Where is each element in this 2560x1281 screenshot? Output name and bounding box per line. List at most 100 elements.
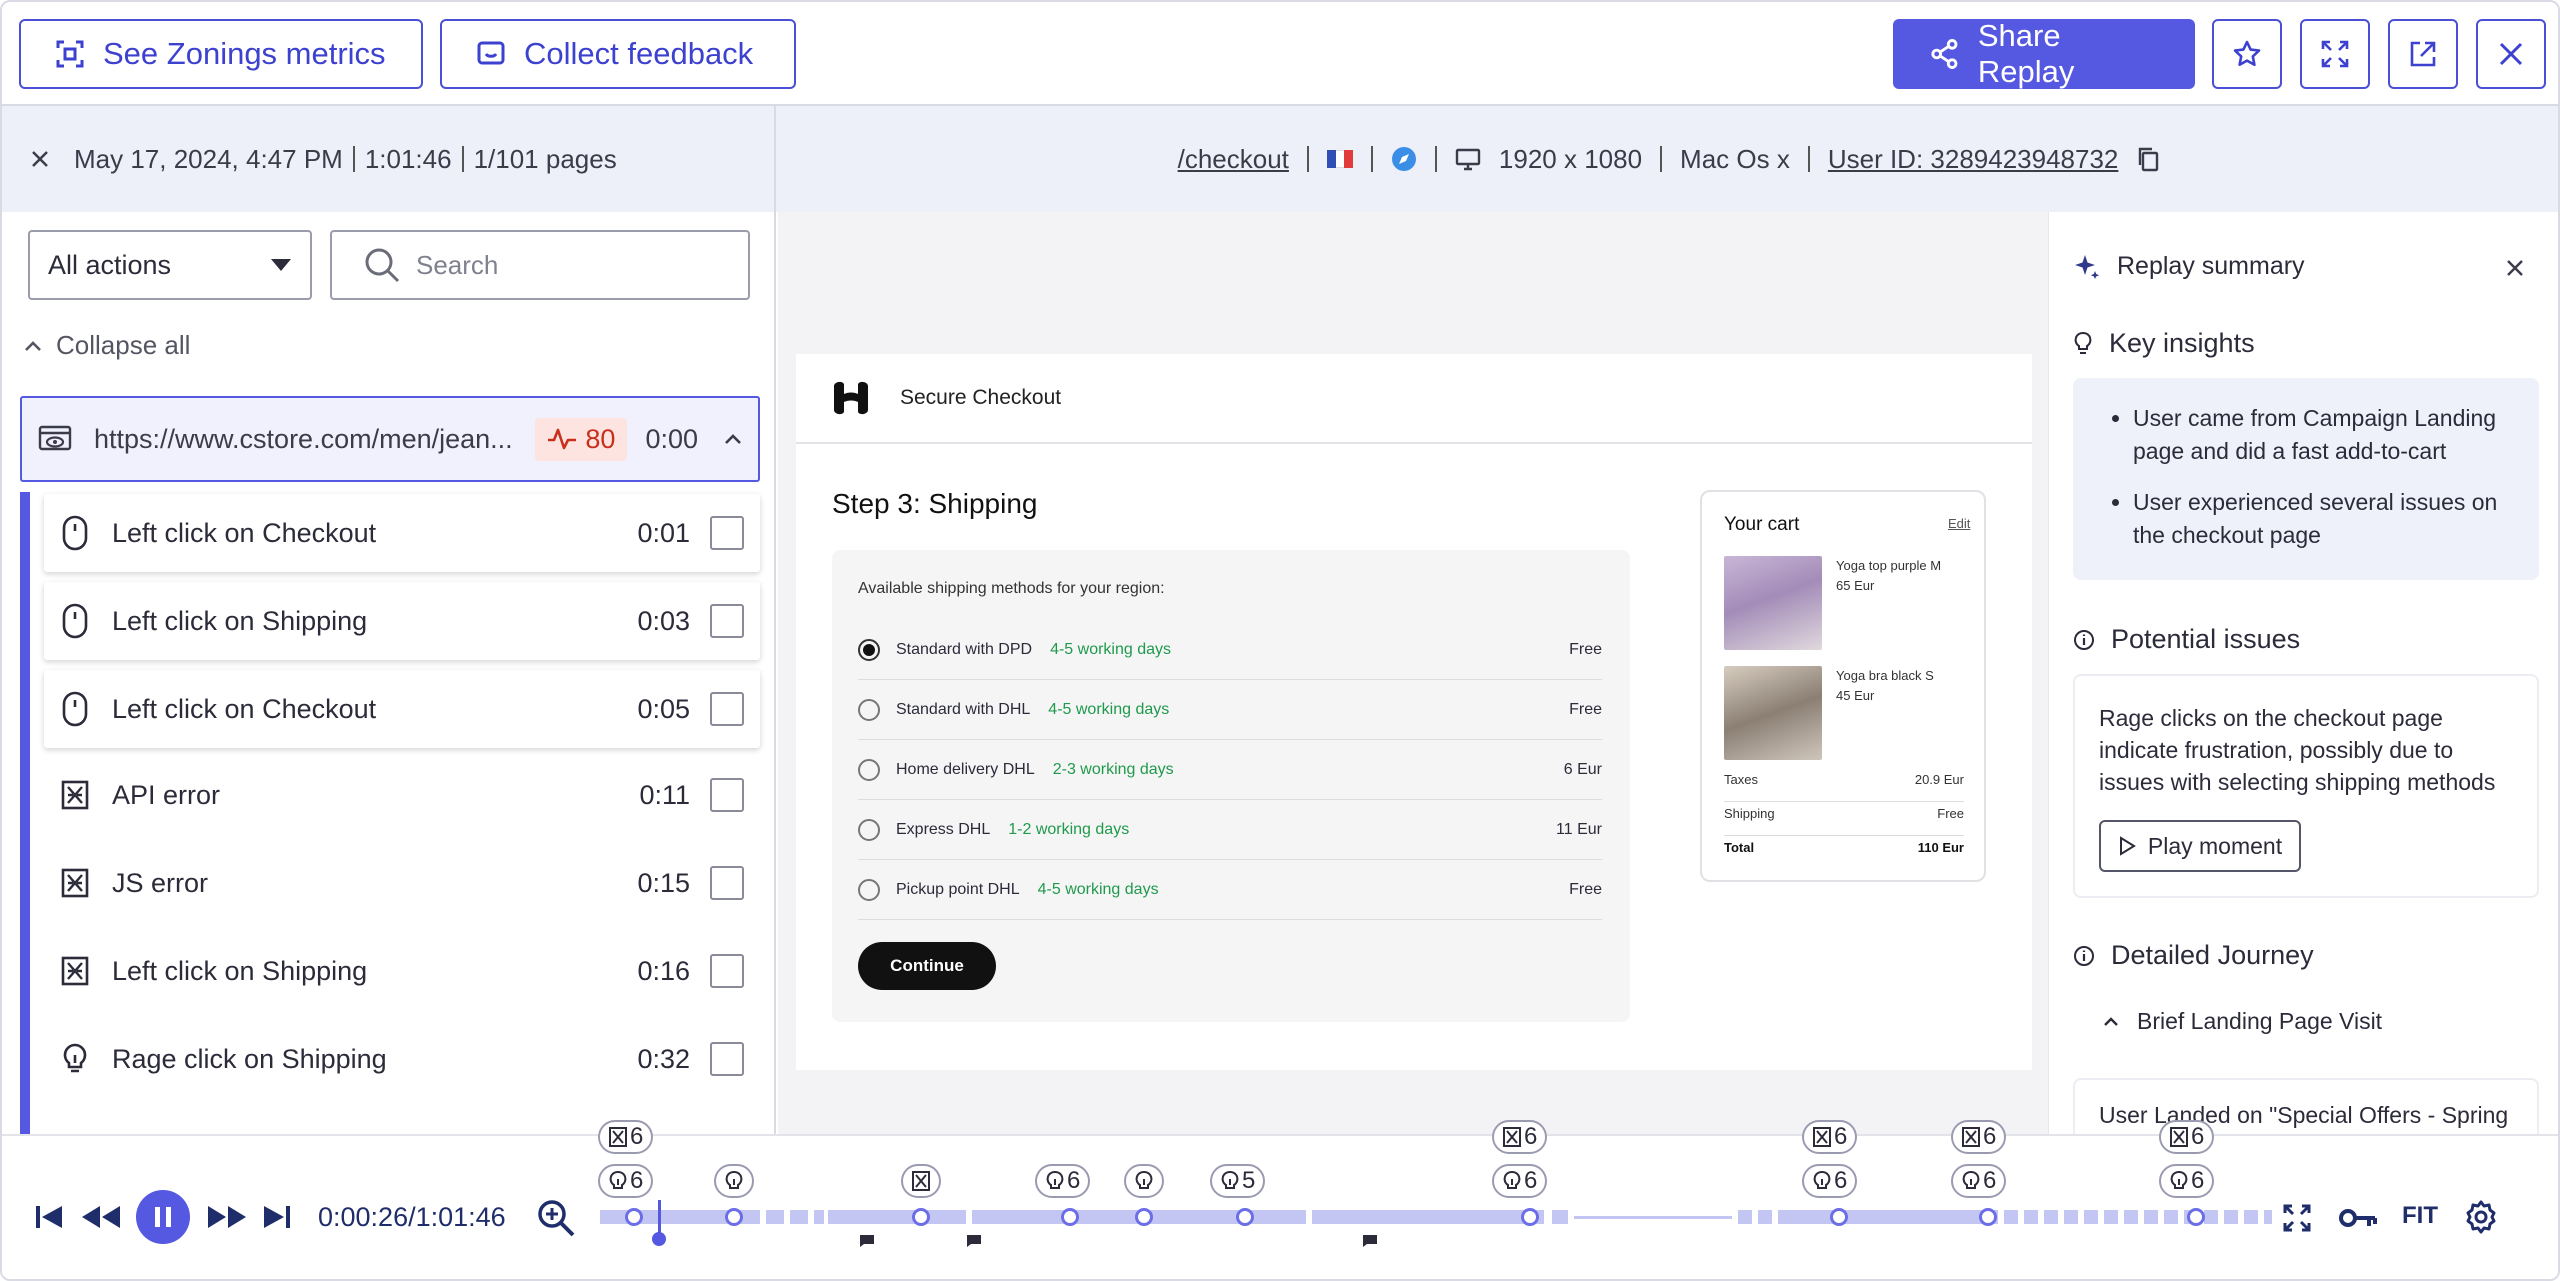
insight-marker[interactable]: [714, 1164, 754, 1198]
fit-button[interactable]: FIT: [2402, 1202, 2438, 1230]
collect-feedback-button[interactable]: Collect feedback: [440, 19, 796, 89]
journey-section-toggle[interactable]: Brief Landing Page Visit: [2103, 1008, 2382, 1035]
timeline-segment[interactable]: [2024, 1210, 2038, 1224]
page-path-link[interactable]: /checkout: [1178, 144, 1289, 175]
timeline-segment[interactable]: [828, 1210, 966, 1224]
error-marker[interactable]: [901, 1164, 941, 1198]
key-icon[interactable]: [2338, 1206, 2378, 1230]
play-moment-button[interactable]: Play moment: [2099, 820, 2301, 872]
page-visit-row[interactable]: https://www.cstore.com/men/jean... 80 0:…: [20, 396, 760, 482]
timeline-segment[interactable]: [2064, 1210, 2078, 1224]
event-dot[interactable]: [625, 1208, 643, 1226]
favorite-button[interactable]: [2212, 19, 2282, 89]
timeline-segment[interactable]: [814, 1210, 824, 1224]
close-button[interactable]: [2476, 19, 2546, 89]
close-session-icon[interactable]: [30, 149, 50, 169]
action-item[interactable]: API error 0:11: [44, 756, 760, 834]
shipping-method-option[interactable]: Home delivery DHL 2-3 working days 6 Eur: [858, 740, 1602, 800]
radio-selected[interactable]: [858, 638, 880, 661]
open-external-button[interactable]: [2388, 19, 2458, 89]
insight-marker[interactable]: 6: [1035, 1164, 1091, 1198]
error-marker[interactable]: 6: [1951, 1120, 2007, 1154]
actions-search-box[interactable]: Search: [330, 230, 750, 300]
zonings-metrics-button[interactable]: See Zonings metrics: [19, 19, 423, 89]
pause-button[interactable]: [136, 1190, 190, 1244]
event-dot[interactable]: [1236, 1208, 1254, 1226]
radio-unselected[interactable]: [858, 698, 880, 721]
insight-marker[interactable]: 6: [1802, 1164, 1858, 1198]
timeline-segment[interactable]: [1552, 1210, 1568, 1224]
action-checkbox[interactable]: [710, 866, 744, 900]
event-dot[interactable]: [1521, 1208, 1539, 1226]
copy-icon[interactable]: [2136, 146, 2160, 172]
action-item[interactable]: Rage click on Shipping 0:32: [44, 1020, 760, 1098]
timeline-segment[interactable]: [766, 1210, 784, 1224]
timeline-segment[interactable]: [2144, 1210, 2158, 1224]
action-item[interactable]: Left click on Shipping 0:16: [44, 932, 760, 1010]
shipping-method-option[interactable]: Standard with DHL 4-5 working days Free: [858, 680, 1602, 740]
timeline-segment[interactable]: [2264, 1210, 2272, 1224]
insight-marker[interactable]: 5: [1210, 1164, 1266, 1198]
event-dot[interactable]: [1830, 1208, 1848, 1226]
shipping-method-option[interactable]: Standard with DPD 4-5 working days Free: [858, 620, 1602, 680]
close-summary-icon[interactable]: [2505, 258, 2525, 278]
fullscreen-button[interactable]: [2300, 19, 2370, 89]
error-marker[interactable]: 6: [1802, 1120, 1858, 1154]
timeline-segment[interactable]: [1758, 1210, 1772, 1224]
skip-start-icon[interactable]: [34, 1204, 64, 1230]
comment-icon[interactable]: [1362, 1234, 1378, 1248]
comment-icon[interactable]: [966, 1234, 982, 1248]
share-replay-button[interactable]: Share Replay: [1893, 18, 2195, 89]
action-item[interactable]: Left click on Shipping 0:03: [44, 582, 760, 660]
event-dot[interactable]: [912, 1208, 930, 1226]
timeline-segment[interactable]: [2104, 1210, 2118, 1224]
action-checkbox[interactable]: [710, 954, 744, 988]
error-marker[interactable]: 6: [1492, 1120, 1548, 1154]
playhead-handle[interactable]: [652, 1232, 666, 1246]
shipping-method-option[interactable]: Pickup point DHL 4-5 working days Free: [858, 860, 1602, 920]
chevron-up-icon[interactable]: [724, 433, 742, 445]
action-item[interactable]: Left click on Checkout 0:01: [44, 494, 760, 572]
rewind-icon[interactable]: [80, 1204, 122, 1230]
zoom-in-icon[interactable]: [536, 1198, 576, 1238]
timeline-segment[interactable]: [2084, 1210, 2098, 1224]
insight-marker[interactable]: 6: [1492, 1164, 1548, 1198]
gear-icon[interactable]: [2464, 1200, 2498, 1234]
error-marker[interactable]: 6: [2159, 1120, 2215, 1154]
action-item[interactable]: Left click on Checkout 0:05: [44, 670, 760, 748]
event-dot[interactable]: [1135, 1208, 1153, 1226]
fast-forward-icon[interactable]: [206, 1204, 248, 1230]
event-dot[interactable]: [725, 1208, 743, 1226]
action-checkbox[interactable]: [710, 692, 744, 726]
action-checkbox[interactable]: [710, 1042, 744, 1076]
event-dot[interactable]: [1979, 1208, 1997, 1226]
insight-marker[interactable]: 6: [2159, 1164, 2215, 1198]
timeline-segment[interactable]: [1778, 1210, 1998, 1224]
error-marker[interactable]: 6: [598, 1120, 654, 1154]
timeline-segment[interactable]: [2164, 1210, 2178, 1224]
action-checkbox[interactable]: [710, 604, 744, 638]
insight-marker[interactable]: 6: [598, 1164, 654, 1198]
user-id-link[interactable]: User ID: 3289423948732: [1828, 144, 2119, 175]
actions-filter-select[interactable]: All actions: [28, 230, 312, 300]
timeline-segment[interactable]: [2044, 1210, 2058, 1224]
shipping-method-option[interactable]: Express DHL 1-2 working days 11 Eur: [858, 800, 1602, 860]
collapse-all-toggle[interactable]: Collapse all: [24, 330, 190, 361]
action-checkbox[interactable]: [710, 778, 744, 812]
cart-edit-link[interactable]: Edit: [1948, 516, 1970, 531]
action-item[interactable]: JS error 0:15: [44, 844, 760, 922]
insight-marker[interactable]: [1124, 1164, 1164, 1198]
skip-end-icon[interactable]: [262, 1204, 292, 1230]
timeline-segment[interactable]: [2004, 1210, 2018, 1224]
insight-marker[interactable]: 6: [1951, 1164, 2007, 1198]
event-dot[interactable]: [1061, 1208, 1079, 1226]
timeline-segment[interactable]: [2124, 1210, 2138, 1224]
timeline-segment[interactable]: [2204, 1210, 2218, 1224]
expand-timeline-icon[interactable]: [2282, 1203, 2312, 1233]
timeline-segment[interactable]: [790, 1210, 808, 1224]
radio-unselected[interactable]: [858, 758, 880, 781]
timeline-segment[interactable]: [1738, 1210, 1752, 1224]
timeline-segment[interactable]: [2224, 1210, 2238, 1224]
timeline-segment[interactable]: [1312, 1210, 1544, 1224]
action-checkbox[interactable]: [710, 516, 744, 550]
